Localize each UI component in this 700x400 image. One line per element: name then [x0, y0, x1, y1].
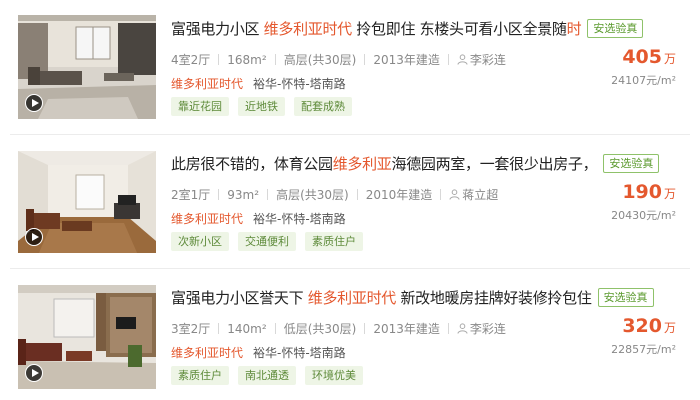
listing-title[interactable]: 富强电力小区 维多利亚时代 拎包即住 东楼头可看小区全景随时 安选验真	[171, 18, 644, 39]
listing-info: 2室1厅 93m² 高层(共30层) 2010年建造 蒋立超	[171, 186, 498, 203]
listing-location: 维多利亚时代 裕华-怀特-塔南路	[171, 210, 346, 227]
title-highlight[interactable]: 维多利亚	[333, 155, 392, 173]
divider	[447, 323, 449, 334]
district-text: 裕华-怀特-塔南路	[253, 346, 346, 360]
divider	[218, 323, 220, 334]
price-value: 320	[622, 315, 662, 337]
feature-tag: 靠近花园	[171, 97, 229, 116]
floor-area: 140m²	[227, 322, 267, 336]
listing-photo[interactable]	[18, 15, 156, 119]
price-value: 405	[622, 46, 662, 68]
build-year: 2013年建造	[373, 53, 440, 67]
listing-photo[interactable]	[18, 151, 156, 253]
divider	[267, 189, 269, 200]
room-layout: 2室1厅	[171, 188, 211, 202]
price-unit: 万	[663, 52, 676, 66]
tag-list: 素质住户 南北通透 环境优美	[171, 366, 372, 385]
verified-badge: 安选验真	[587, 19, 644, 38]
title-text[interactable]: 海德园两室，一套很少出房子，	[392, 155, 598, 173]
title-text[interactable]: 拎包即住 东楼头可看小区全景随	[352, 20, 567, 38]
divider	[447, 54, 449, 65]
unit-price: 22857元/m²	[611, 343, 676, 356]
title-text[interactable]: 新改地暖房挂牌好装修拎包住	[396, 289, 591, 307]
listing-title[interactable]: 此房很不错的，体育公园维多利亚海德园两室，一套很少出房子， 安选验真	[171, 153, 660, 174]
total-price: 190 万	[622, 181, 676, 203]
floor-area: 168m²	[227, 53, 267, 67]
total-price: 320 万	[622, 315, 676, 337]
divider	[440, 189, 442, 200]
floor-level: 低层(共30层)	[283, 322, 357, 336]
title-text[interactable]: 富强电力小区誉天下	[171, 289, 308, 307]
listing-list: 富强电力小区 维多利亚时代 拎包即住 东楼头可看小区全景随时 安选验真 4室2厅 1…	[0, 0, 700, 400]
price-unit: 万	[663, 187, 676, 201]
unit-price: 24107元/m²	[611, 74, 676, 87]
title-highlight[interactable]: 维多利亚时代	[308, 289, 397, 307]
person-icon	[449, 189, 460, 200]
community-link[interactable]: 维多利亚时代	[171, 346, 243, 360]
community-link[interactable]: 维多利亚时代	[171, 212, 243, 226]
agent-name[interactable]: 蒋立超	[462, 188, 498, 202]
district-text: 裕华-怀特-塔南路	[253, 212, 346, 226]
divider	[218, 54, 220, 65]
room-layout: 4室2厅	[171, 53, 211, 67]
feature-tag: 南北通透	[238, 366, 296, 385]
feature-tag: 配套成熟	[294, 97, 352, 116]
feature-tag: 素质住户	[171, 366, 229, 385]
play-icon[interactable]	[25, 228, 43, 246]
district-text: 裕华-怀特-塔南路	[253, 77, 346, 91]
feature-tag: 次新小区	[171, 232, 229, 251]
price-value: 190	[622, 181, 662, 203]
feature-tag: 素质住户	[305, 232, 363, 251]
unit-price: 20430元/m²	[611, 209, 676, 222]
agent-name[interactable]: 李彩连	[470, 322, 506, 336]
title-highlight[interactable]: 维多利亚时代	[264, 20, 353, 38]
divider	[218, 189, 220, 200]
divider	[356, 189, 358, 200]
feature-tag: 交通便利	[238, 232, 296, 251]
verified-badge: 安选验真	[597, 288, 654, 307]
floor-level: 高层(共30层)	[276, 188, 349, 202]
room-layout: 3室2厅	[171, 322, 211, 336]
title-text[interactable]: 富强电力小区	[171, 20, 264, 38]
listing-location: 维多利亚时代 裕华-怀特-塔南路	[171, 75, 346, 92]
play-icon[interactable]	[25, 364, 43, 382]
floor-level: 高层(共30层)	[283, 53, 357, 67]
listing-card[interactable]: 此房很不错的，体育公园维多利亚海德园两室，一套很少出房子， 安选验真 2室1厅 93…	[0, 135, 700, 269]
listing-location: 维多利亚时代 裕华-怀特-塔南路	[171, 344, 346, 361]
divider	[364, 323, 366, 334]
feature-tag: 环境优美	[305, 366, 363, 385]
listing-photo[interactable]	[18, 285, 156, 389]
listing-info: 3室2厅 140m² 低层(共30层) 2013年建造 李彩连	[171, 320, 506, 337]
feature-tag: 近地铁	[238, 97, 285, 116]
person-icon	[457, 323, 468, 334]
listing-info: 4室2厅 168m² 高层(共30层) 2013年建造 李彩连	[171, 51, 506, 68]
listing-card[interactable]: 富强电力小区 维多利亚时代 拎包即住 东楼头可看小区全景随时 安选验真 4室2厅 1…	[0, 0, 700, 134]
tag-list: 靠近花园 近地铁 配套成熟	[171, 97, 361, 116]
build-year: 2010年建造	[365, 188, 433, 202]
divider	[364, 54, 366, 65]
tag-list: 次新小区 交通便利 素质住户	[171, 232, 372, 251]
title-highlight[interactable]: 时	[567, 20, 582, 38]
play-icon[interactable]	[25, 94, 43, 112]
person-icon	[457, 54, 468, 65]
divider	[274, 323, 276, 334]
total-price: 405 万	[622, 46, 676, 68]
divider	[274, 54, 276, 65]
floor-area: 93m²	[227, 188, 260, 202]
verified-badge: 安选验真	[603, 154, 660, 173]
title-text[interactable]: 此房很不错的，体育公园	[171, 155, 333, 173]
community-link[interactable]: 维多利亚时代	[171, 77, 243, 91]
agent-name[interactable]: 李彩连	[470, 53, 506, 67]
price-unit: 万	[663, 321, 676, 335]
listing-title[interactable]: 富强电力小区誉天下 维多利亚时代 新改地暖房挂牌好装修拎包住 安选验真	[171, 287, 654, 308]
listing-card[interactable]: 富强电力小区誉天下 维多利亚时代 新改地暖房挂牌好装修拎包住 安选验真 3室2厅 1…	[0, 269, 700, 400]
build-year: 2013年建造	[373, 322, 440, 336]
